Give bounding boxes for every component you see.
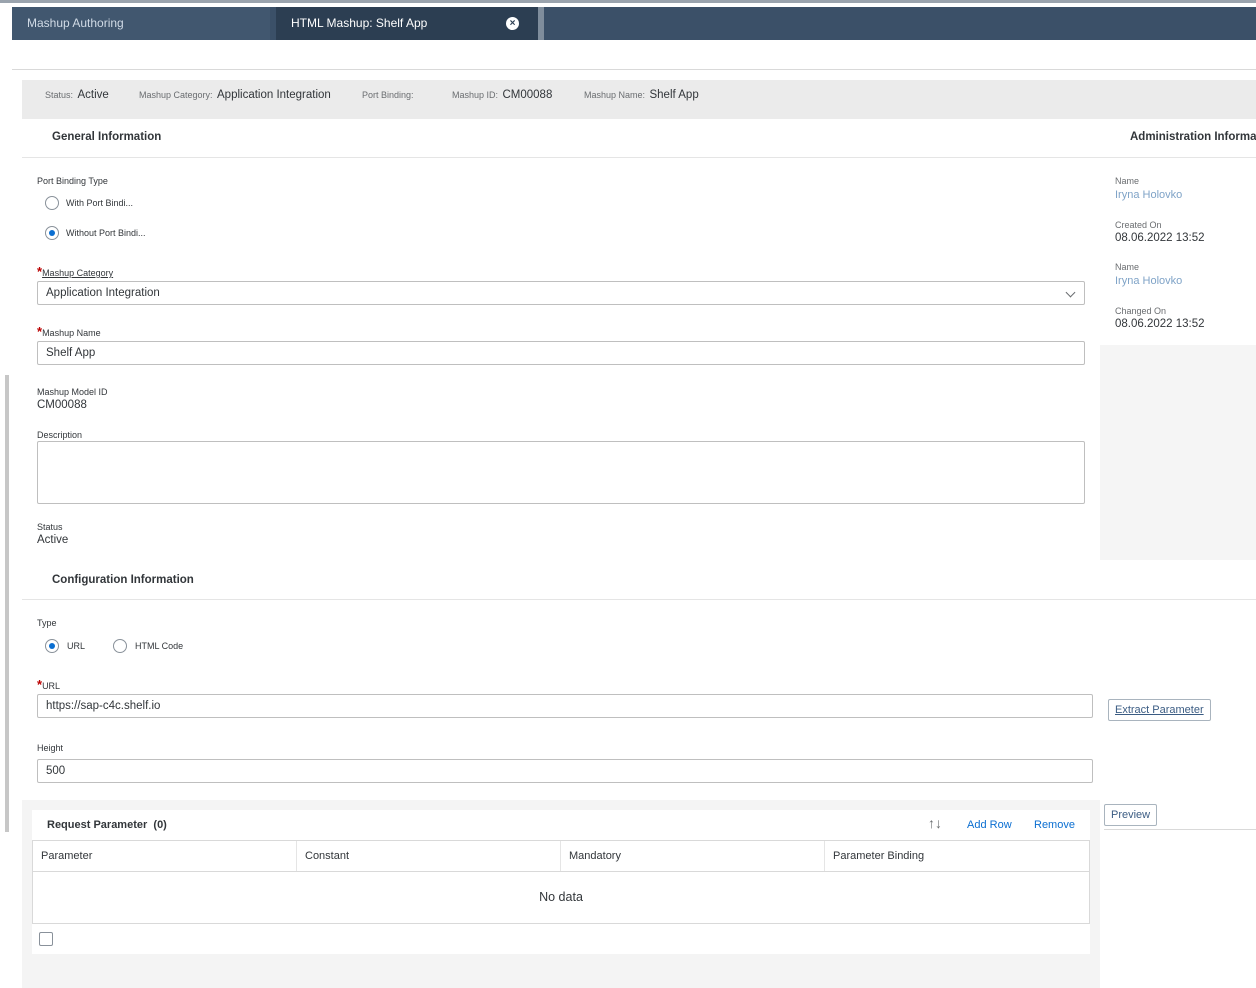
type-label: Type xyxy=(37,618,57,628)
column-header[interactable]: Constant xyxy=(297,841,561,871)
close-icon[interactable]: × xyxy=(506,17,519,30)
port-binding-type-label: Port Binding Type xyxy=(37,176,108,186)
url-input[interactable]: https://sap-c4c.shelf.io xyxy=(37,694,1093,718)
section-divider xyxy=(22,599,1256,600)
table-footer xyxy=(32,924,1090,954)
table-toolbar: Request Parameter (0) ↑↓ Add Row Remove xyxy=(32,810,1090,840)
radio-label: With Port Bindi... xyxy=(66,198,134,208)
tab-label: Mashup Authoring xyxy=(27,16,124,30)
preview-button[interactable]: Preview xyxy=(1104,804,1158,826)
column-header[interactable]: Mandatory xyxy=(561,841,825,871)
label-text: Mashup Category xyxy=(42,268,114,278)
table-count: (0) xyxy=(153,819,167,831)
facet-value: Active xyxy=(77,89,109,101)
facet-status: Status: Active xyxy=(45,80,109,109)
column-header[interactable]: Parameter xyxy=(33,841,297,871)
divider xyxy=(12,69,1256,70)
radio-label: URL xyxy=(67,641,86,651)
input-value: https://sap-c4c.shelf.io xyxy=(46,700,161,712)
table-header-row: Parameter Constant Mandatory Parameter B… xyxy=(32,840,1090,872)
admin-panel-fill xyxy=(1100,345,1256,560)
mashup-name-input[interactable]: Shelf App xyxy=(37,341,1085,365)
description-textarea[interactable] xyxy=(37,441,1085,504)
radio-label: HTML Code xyxy=(135,641,184,651)
tab-mashup-authoring[interactable]: Mashup Authoring xyxy=(12,7,270,40)
changed-by-link[interactable]: Iryna Holovko xyxy=(1115,275,1182,287)
facet-label: Status: xyxy=(45,90,74,100)
header-facets: Status: Active Mashup Category: Applicat… xyxy=(22,80,1256,119)
section-divider xyxy=(22,157,1256,158)
facet-value: Application Integration xyxy=(217,89,331,101)
remove-button[interactable]: Remove xyxy=(1034,819,1075,831)
facet-port-binding: Port Binding: xyxy=(362,80,414,109)
input-value: 500 xyxy=(46,765,66,777)
status-label: Status xyxy=(37,522,63,532)
model-id-value: CM00088 xyxy=(37,399,87,411)
facet-label: Mashup Category: xyxy=(139,90,213,100)
select-value: Application Integration xyxy=(46,287,160,299)
facet-label: Port Binding: xyxy=(362,90,414,100)
label-text: Mashup Name xyxy=(42,328,101,338)
status-value: Active xyxy=(37,534,69,546)
tab-html-mashup[interactable]: HTML Mashup: Shelf App × xyxy=(276,7,538,40)
mashup-category-select[interactable]: Application Integration xyxy=(37,281,1085,305)
radio-with-port-binding[interactable] xyxy=(45,196,59,210)
extract-parameter-button[interactable]: Extract Parameter xyxy=(1108,699,1211,721)
column-header[interactable]: Parameter Binding xyxy=(825,841,1089,871)
top-strip xyxy=(0,0,1256,7)
input-value: Shelf App xyxy=(46,347,96,359)
height-label: Height xyxy=(37,743,64,753)
general-info-title: General Information xyxy=(52,131,162,143)
facet-id: Mashup ID: CM00088 xyxy=(452,80,552,109)
table-title: Request Parameter (0) xyxy=(47,819,167,831)
divider xyxy=(1104,829,1256,830)
model-id-label: Mashup Model ID xyxy=(37,387,108,397)
created-on-label: Created On xyxy=(1115,220,1162,230)
label-text: URL xyxy=(42,681,61,691)
add-row-button[interactable]: Add Row xyxy=(967,819,1012,831)
tab-bar: Mashup Authoring HTML Mashup: Shelf App … xyxy=(12,7,1256,40)
radio-without-port-binding[interactable] xyxy=(45,226,59,240)
table-title-text: Request Parameter xyxy=(47,819,148,831)
chevron-down-icon xyxy=(1065,287,1076,298)
mashup-category-label: *Mashup Category xyxy=(37,264,113,279)
scrollbar[interactable] xyxy=(5,375,9,832)
created-by-label: Name xyxy=(1115,176,1140,186)
config-info-title: Configuration Information xyxy=(52,574,194,586)
select-all-checkbox[interactable] xyxy=(39,932,53,946)
admin-info-title: Administration Informa xyxy=(1130,131,1256,143)
facet-label: Mashup ID: xyxy=(452,90,499,100)
height-input[interactable]: 500 xyxy=(37,759,1093,783)
description-label: Description xyxy=(37,430,83,440)
no-data-row: No data xyxy=(32,872,1090,924)
created-on-value: 08.06.2022 13:52 xyxy=(1115,232,1205,244)
changed-on-value: 08.06.2022 13:52 xyxy=(1115,318,1205,330)
facet-label: Mashup Name: xyxy=(584,90,646,100)
tab-separator xyxy=(538,7,544,40)
facet-name: Mashup Name: Shelf App xyxy=(584,80,699,109)
mashup-name-label: *Mashup Name xyxy=(37,324,101,339)
changed-on-label: Changed On xyxy=(1115,306,1167,316)
radio-label: Without Port Bindi... xyxy=(66,228,146,238)
facet-category: Mashup Category: Application Integration xyxy=(139,80,331,109)
url-label: *URL xyxy=(37,677,60,692)
created-by-link[interactable]: Iryna Holovko xyxy=(1115,189,1182,201)
facet-value: CM00088 xyxy=(502,89,553,101)
tab-label: HTML Mashup: Shelf App xyxy=(291,16,428,30)
sort-icon[interactable]: ↑↓ xyxy=(928,815,942,831)
radio-type-html[interactable] xyxy=(113,639,127,653)
changed-by-label: Name xyxy=(1115,262,1140,272)
radio-type-url[interactable] xyxy=(45,639,59,653)
facet-value: Shelf App xyxy=(649,89,699,101)
